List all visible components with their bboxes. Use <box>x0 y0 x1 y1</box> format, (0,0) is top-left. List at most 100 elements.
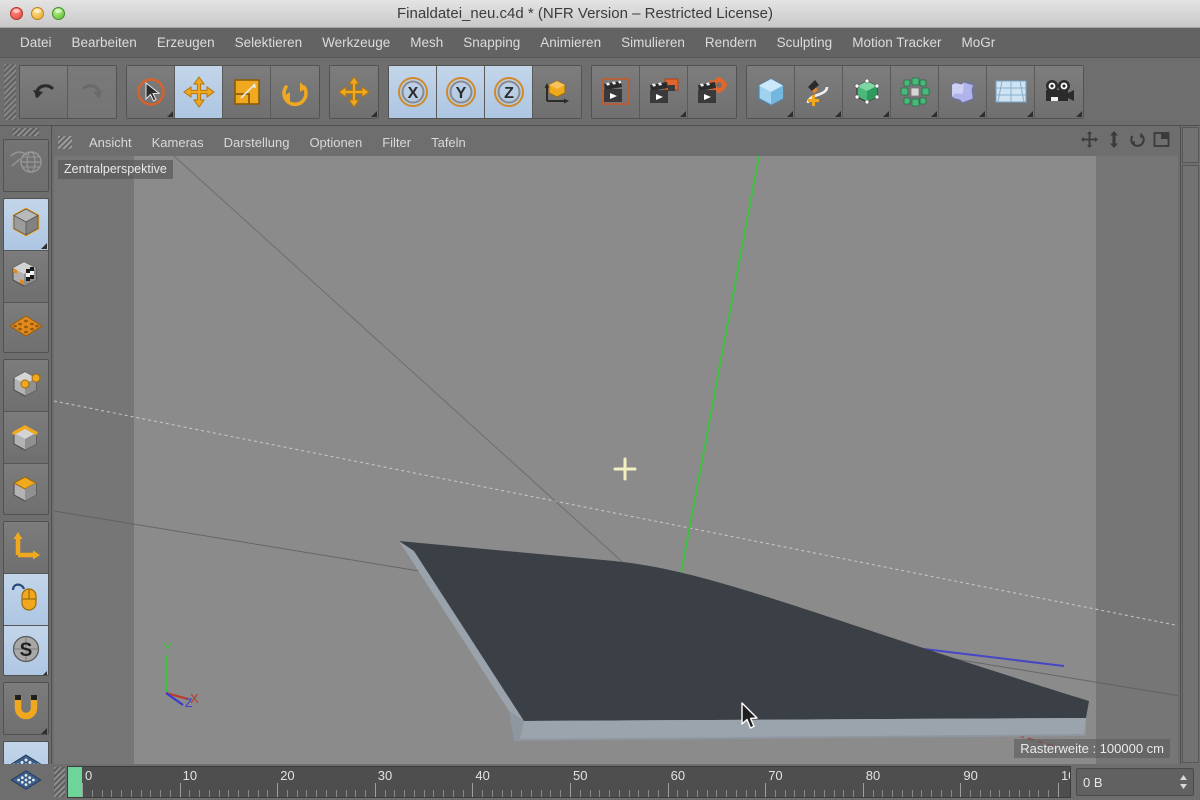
timeline-major-tick <box>179 783 181 797</box>
move-alt-button[interactable] <box>330 65 378 118</box>
timeline-major-tick <box>374 783 376 797</box>
menu-mograph[interactable]: MoGr <box>951 28 1005 57</box>
rotate-tool-button[interactable] <box>271 65 319 118</box>
nurbs-generator-button[interactable] <box>843 65 891 118</box>
viewport-menu-tafeln[interactable]: Tafeln <box>421 135 476 150</box>
pan-button[interactable] <box>1079 130 1100 152</box>
menu-werkzeuge[interactable]: Werkzeuge <box>312 28 400 57</box>
timeline-minor-tick <box>599 790 601 797</box>
viewport-perspective-label[interactable]: Zentralperspektive <box>58 160 173 179</box>
timeline-minor-tick <box>491 790 493 797</box>
svg-text:S: S <box>19 640 32 661</box>
timeline-minor-tick <box>1018 790 1020 797</box>
timeline-mode-icon-slot[interactable] <box>0 764 52 800</box>
menu-erzeugen[interactable]: Erzeugen <box>147 28 225 57</box>
menu-bar: Datei Bearbeiten Erzeugen Selektieren We… <box>0 28 1200 58</box>
timeline-minor-tick <box>618 790 620 797</box>
timeline-major-tick <box>1058 783 1059 797</box>
undo-button[interactable] <box>20 65 68 118</box>
toolbar-grip[interactable] <box>4 63 16 120</box>
timeline-grip[interactable] <box>54 767 65 797</box>
mograph-button[interactable] <box>891 65 939 118</box>
sidebar-item-object-mode[interactable] <box>3 198 48 251</box>
axis-x-button[interactable]: X <box>389 65 437 118</box>
sidebar-item-axis-lock[interactable] <box>3 521 48 574</box>
sidebar-item-point-mode[interactable] <box>3 360 48 413</box>
viewport-menu-filter[interactable]: Filter <box>372 135 421 150</box>
render-settings-button[interactable] <box>688 65 736 118</box>
viewport-3d[interactable]: Zentralperspektive Rasterweite : 100000 … <box>54 156 1178 764</box>
timeline-minor-tick <box>911 790 913 797</box>
menu-sculpting[interactable]: Sculpting <box>767 28 843 57</box>
render-picture-viewer-button[interactable] <box>640 65 688 118</box>
sidebar-item-axis-globe[interactable] <box>3 139 48 191</box>
menu-motion-tracker[interactable]: Motion Tracker <box>842 28 951 57</box>
timeline-minor-tick <box>169 790 171 797</box>
viewport-menu-darstellung[interactable]: Darstellung <box>214 135 300 150</box>
viewport-menu-ansicht[interactable]: Ansicht <box>79 135 142 150</box>
menu-bearbeiten[interactable]: Bearbeiten <box>62 28 147 57</box>
timeline-minor-tick <box>853 790 855 797</box>
sidebar-grip[interactable] <box>12 128 39 136</box>
timeline-tick-label: 0 <box>85 768 93 783</box>
timeline-minor-tick <box>530 790 532 797</box>
sidebar-item-texture-mode[interactable] <box>3 250 48 303</box>
sidebar-item-viewport-solo[interactable] <box>3 573 48 626</box>
timeline-minor-tick <box>433 790 435 797</box>
sidebar-item-magnet[interactable] <box>3 682 48 734</box>
axis-z-button[interactable]: Z <box>485 65 533 118</box>
camera-button[interactable] <box>1035 65 1083 118</box>
timeline-tick-label: 40 <box>475 768 490 783</box>
sidebar-group-options: S <box>2 520 49 676</box>
cube-primitive-icon <box>755 76 787 108</box>
menu-selektieren[interactable]: Selektieren <box>225 28 313 57</box>
redo-button[interactable] <box>68 65 116 118</box>
sidebar-item-soft-selection[interactable]: S <box>3 625 48 675</box>
environment-floor-button[interactable] <box>987 65 1035 118</box>
cube-primitive-button[interactable] <box>747 65 795 118</box>
timeline-minor-tick <box>726 790 728 797</box>
timeline-minor-tick <box>91 790 93 797</box>
viewport-grip[interactable] <box>58 135 72 149</box>
dolly-button[interactable] <box>1103 130 1124 152</box>
menu-simulieren[interactable]: Simulieren <box>611 28 695 57</box>
live-selection-button[interactable] <box>127 65 175 118</box>
axis-y-button[interactable]: Y <box>437 65 485 118</box>
maximize-view-button[interactable] <box>1151 131 1172 152</box>
sidebar-item-workplane[interactable] <box>3 302 48 353</box>
menu-mesh[interactable]: Mesh <box>400 28 453 57</box>
stepper-arrows-icon[interactable] <box>1179 775 1188 789</box>
timeline-frame-field[interactable]: 0 B <box>1076 768 1194 796</box>
timeline-track[interactable]: 0 10 20 30 40 50 60 70 80 90 100 <box>67 766 1071 798</box>
mouse-cursor <box>740 702 760 735</box>
timeline-major-tick <box>82 783 83 797</box>
rotate-icon <box>280 77 310 107</box>
timeline-minor-tick <box>696 790 698 797</box>
timeline-tick-label: 10 <box>182 768 198 783</box>
menu-datei[interactable]: Datei <box>10 28 62 57</box>
viewport-menu-optionen[interactable]: Optionen <box>299 135 372 150</box>
object-manager-strip[interactable] <box>1182 127 1199 163</box>
menu-snapping[interactable]: Snapping <box>453 28 530 57</box>
deformer-button[interactable] <box>939 65 987 118</box>
live-selection-icon <box>134 75 168 109</box>
axis-line-y <box>673 156 760 612</box>
mograph-icon <box>899 76 931 108</box>
timeline-playhead[interactable] <box>68 767 82 797</box>
orbit-button[interactable] <box>1127 131 1148 152</box>
spline-pen-button[interactable] <box>795 65 843 118</box>
scale-tool-button[interactable] <box>223 65 271 118</box>
timeline-minor-tick <box>540 790 542 797</box>
sidebar-item-edge-mode[interactable] <box>3 412 48 465</box>
sidebar-item-polygon-mode[interactable] <box>3 464 48 514</box>
attribute-manager-strip[interactable] <box>1182 165 1199 763</box>
svg-text:X: X <box>407 85 418 102</box>
viewport-menu-kameras[interactable]: Kameras <box>142 135 214 150</box>
timeline-minor-tick <box>326 790 327 797</box>
menu-rendern[interactable]: Rendern <box>695 28 767 57</box>
move-tool-button[interactable] <box>175 65 223 118</box>
timeline-minor-tick <box>218 790 220 797</box>
world-coordinates-button[interactable] <box>533 65 581 118</box>
menu-animieren[interactable]: Animieren <box>530 28 611 57</box>
render-view-button[interactable] <box>592 65 640 118</box>
